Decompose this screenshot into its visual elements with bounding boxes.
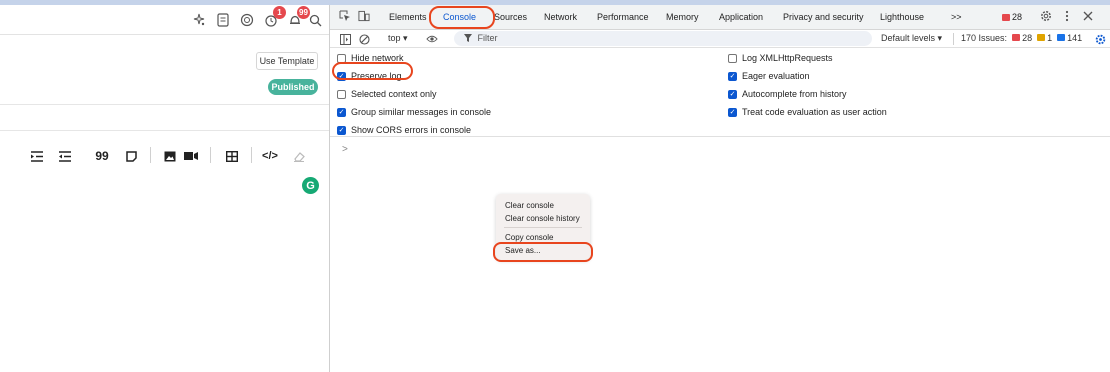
- group-similar-option[interactable]: ✓ Group similar messages in console: [337, 107, 491, 117]
- toolbar-separator: [251, 147, 252, 163]
- menu-separator: [504, 227, 582, 228]
- error-icon: [1002, 13, 1010, 21]
- cors-errors-option[interactable]: ✓ Show CORS errors in console: [337, 125, 471, 135]
- tab-memory[interactable]: Memory: [666, 12, 699, 22]
- gear-icon[interactable]: [1040, 10, 1052, 22]
- sparkle-icon[interactable]: [190, 11, 208, 29]
- extension-icon[interactable]: [238, 11, 256, 29]
- indent-icon[interactable]: [30, 147, 44, 165]
- option-label: Show CORS errors in console: [351, 125, 472, 135]
- console-prompt[interactable]: >: [342, 144, 348, 155]
- filter-separator: [953, 33, 954, 45]
- toolbar-separator: [150, 147, 151, 163]
- console-filter-bar: top ▾ Filter Default levels ▾ 170 Issues…: [330, 30, 1110, 48]
- log-xhr-checkbox[interactable]: [728, 53, 737, 63]
- more-tabs-button[interactable]: >>: [951, 12, 962, 22]
- video-icon[interactable]: [183, 147, 199, 165]
- document-icon[interactable]: [214, 11, 232, 29]
- menu-item-copy-console[interactable]: Copy console: [505, 233, 553, 242]
- code-icon[interactable]: </>: [260, 147, 280, 165]
- clear-console-icon[interactable]: [358, 33, 370, 45]
- eraser-icon[interactable]: [292, 147, 306, 165]
- selected-context-option[interactable]: Selected context only: [337, 89, 437, 99]
- screenshot-root: 1 99 Use Template Published 99 </> G Ele…: [0, 0, 1110, 372]
- issues-label: 170 Issues:: [961, 33, 1008, 43]
- tab-sources[interactable]: Sources: [494, 12, 527, 22]
- option-label: Treat code evaluation as user action: [742, 107, 887, 117]
- console-settings-gear-icon[interactable]: [1094, 33, 1106, 45]
- eager-evaluation-option[interactable]: ✓ Eager evaluation: [728, 71, 810, 81]
- eager-evaluation-checkbox[interactable]: ✓: [728, 71, 737, 81]
- context-selector[interactable]: top ▾: [388, 33, 408, 44]
- published-badge: Published: [268, 79, 318, 95]
- tab-lighthouse[interactable]: Lighthouse: [880, 12, 924, 22]
- editor-pane: 1 99 Use Template Published 99 </> G: [0, 5, 329, 372]
- filter-icon: [464, 33, 475, 43]
- inspect-element-icon[interactable]: [339, 10, 351, 22]
- issues-error-icon: [1011, 34, 1020, 41]
- autocomplete-history-checkbox[interactable]: ✓: [728, 89, 737, 99]
- bell-icon[interactable]: 99: [286, 6, 310, 29]
- divider: [0, 130, 329, 131]
- grammarly-icon[interactable]: G: [302, 177, 319, 194]
- toolbar-separator: [210, 147, 211, 163]
- console-settings-pane: Hide network ✓ Preserve log Selected con…: [330, 49, 1110, 137]
- issues-warning-count: 1: [1047, 33, 1053, 43]
- treat-evaluation-checkbox[interactable]: ✓: [728, 107, 737, 117]
- option-label: Selected context only: [351, 89, 437, 99]
- divider: [0, 104, 329, 105]
- use-template-button[interactable]: Use Template: [256, 52, 318, 70]
- note-icon[interactable]: [124, 147, 138, 165]
- kebab-menu-icon[interactable]: [1061, 10, 1073, 22]
- option-label: Log XMLHttpRequests: [742, 53, 833, 63]
- treat-evaluation-option[interactable]: ✓ Treat code evaluation as user action: [728, 107, 887, 117]
- log-xhr-option[interactable]: Log XMLHttpRequests: [728, 53, 833, 63]
- option-label: Group similar messages in console: [351, 107, 492, 117]
- error-count-badge[interactable]: 28: [1002, 12, 1022, 22]
- table-icon[interactable]: [225, 147, 239, 165]
- sidebar-toggle-icon[interactable]: [339, 33, 351, 45]
- menu-item-clear-console[interactable]: Clear console: [505, 201, 554, 210]
- quote-icon[interactable]: 99: [95, 147, 109, 165]
- browser-toolbar: 1 99: [0, 5, 329, 35]
- log-levels-dropdown[interactable]: Default levels ▾: [881, 33, 942, 44]
- issues-error-count: 28: [1022, 33, 1033, 43]
- notification-badge: 1: [273, 6, 286, 19]
- tab-privacy-security[interactable]: Privacy and security: [783, 12, 864, 22]
- menu-item-clear-history[interactable]: Clear console history: [505, 214, 580, 223]
- filter-placeholder: Filter: [477, 33, 498, 43]
- option-label: Autocomplete from history: [742, 89, 847, 99]
- group-similar-checkbox[interactable]: ✓: [337, 107, 346, 117]
- issues-info-icon: [1056, 34, 1065, 41]
- filter-input[interactable]: Filter: [454, 31, 872, 46]
- notification-icon[interactable]: 1: [262, 6, 286, 29]
- cors-errors-checkbox[interactable]: ✓: [337, 125, 346, 135]
- selected-context-checkbox[interactable]: [337, 89, 346, 99]
- tab-application[interactable]: Application: [719, 12, 763, 22]
- image-icon[interactable]: [163, 147, 177, 165]
- close-icon[interactable]: [1082, 10, 1094, 22]
- error-count: 28: [1012, 12, 1023, 22]
- tab-elements[interactable]: Elements: [389, 12, 427, 22]
- tab-network[interactable]: Network: [544, 12, 577, 22]
- devtools-panel: Elements Console Sources Network Perform…: [329, 5, 1110, 372]
- live-expression-eye-icon[interactable]: [426, 33, 438, 45]
- autocomplete-history-option[interactable]: ✓ Autocomplete from history: [728, 89, 847, 99]
- devtools-tab-bar: Elements Console Sources Network Perform…: [330, 5, 1110, 30]
- issues-info-count: 141: [1067, 33, 1083, 43]
- device-toggle-icon[interactable]: [358, 10, 370, 22]
- preserve-log-highlight: [332, 62, 413, 80]
- outdent-icon[interactable]: [58, 147, 72, 165]
- option-label: Eager evaluation: [742, 71, 810, 81]
- tab-performance[interactable]: Performance: [597, 12, 649, 22]
- issues-button[interactable]: 170 Issues: 28 1 141: [961, 33, 1082, 43]
- console-tab-highlight: [429, 6, 495, 29]
- search-icon[interactable]: [306, 11, 324, 29]
- issues-warning-icon: [1036, 34, 1045, 41]
- save-as-highlight: [493, 242, 593, 262]
